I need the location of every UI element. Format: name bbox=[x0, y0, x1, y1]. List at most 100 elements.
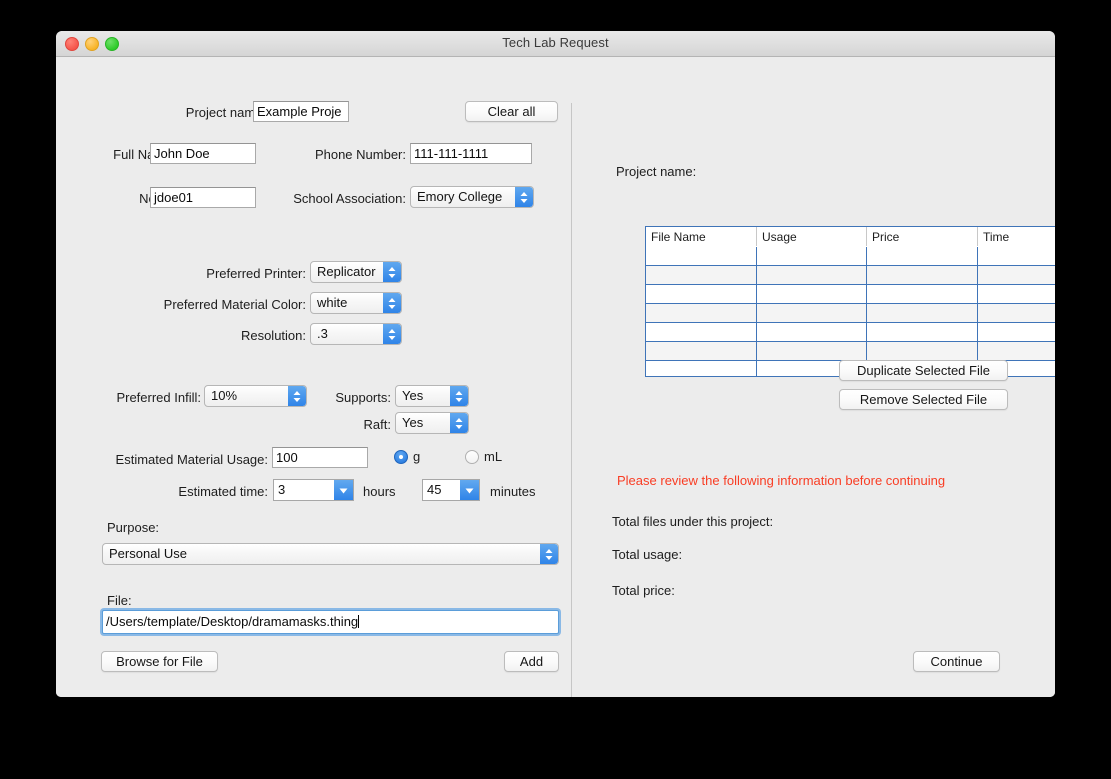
project-name-label: Project name: bbox=[185, 105, 266, 120]
full-name-input[interactable]: John Doe bbox=[150, 143, 256, 164]
file-path-value: /Users/template/Desktop/dramamasks.thing bbox=[106, 614, 359, 629]
file-table[interactable]: File Name Usage Price Time bbox=[645, 226, 1055, 377]
cell-usage bbox=[756, 265, 867, 285]
preferred-printer-value: Replicator bbox=[317, 264, 376, 279]
raft-label: Raft: bbox=[363, 417, 391, 432]
cell-file-name bbox=[646, 284, 757, 304]
cell-time bbox=[977, 284, 1055, 304]
project-name-input[interactable]: Example Proje bbox=[253, 101, 349, 122]
school-association-select[interactable]: Emory College bbox=[410, 186, 534, 208]
review-warning-text: Please review the following information … bbox=[617, 473, 946, 488]
radio-unselected-icon[interactable] bbox=[465, 450, 479, 464]
cell-time bbox=[977, 303, 1055, 323]
chevron-down-icon[interactable] bbox=[460, 480, 479, 500]
chevron-down-icon[interactable] bbox=[334, 480, 353, 500]
table-row[interactable] bbox=[646, 265, 1055, 285]
panel-divider bbox=[571, 103, 572, 697]
material-color-value: white bbox=[317, 295, 348, 310]
cell-usage bbox=[756, 341, 867, 361]
cell-time bbox=[977, 341, 1055, 361]
minutes-value: 45 bbox=[427, 482, 442, 497]
table-header-row: File Name Usage Price Time bbox=[646, 227, 1055, 247]
right-project-name-label: Project name: bbox=[616, 164, 697, 179]
cell-time bbox=[977, 246, 1055, 266]
column-header-file-name[interactable]: File Name bbox=[646, 227, 757, 247]
cell-file-name bbox=[646, 360, 757, 376]
app-window: Tech Lab Request Project name: Example P… bbox=[56, 31, 1055, 697]
cell-file-name bbox=[646, 246, 757, 266]
table-row[interactable] bbox=[646, 303, 1055, 323]
material-color-select[interactable]: white bbox=[310, 292, 402, 314]
cell-usage bbox=[756, 284, 867, 304]
cell-usage bbox=[756, 322, 867, 342]
total-price-label: Total price: bbox=[612, 583, 675, 598]
estimated-time-label: Estimated time: bbox=[178, 484, 268, 499]
window-title: Tech Lab Request bbox=[502, 35, 609, 50]
cell-usage bbox=[756, 303, 867, 323]
add-file-button[interactable]: Add bbox=[504, 651, 559, 672]
cell-price bbox=[866, 322, 978, 342]
material-usage-label: Estimated Material Usage: bbox=[115, 452, 268, 467]
chevron-updown-icon[interactable] bbox=[383, 262, 401, 282]
chevron-updown-icon[interactable] bbox=[540, 544, 558, 564]
chevron-updown-icon[interactable] bbox=[515, 187, 533, 207]
remove-selected-file-button[interactable]: Remove Selected File bbox=[839, 389, 1008, 410]
purpose-label: Purpose: bbox=[107, 520, 160, 535]
purpose-select[interactable]: Personal Use bbox=[102, 543, 559, 565]
table-row[interactable] bbox=[646, 341, 1055, 361]
school-association-value: Emory College bbox=[417, 189, 503, 204]
raft-value: Yes bbox=[402, 415, 424, 430]
material-usage-input[interactable]: 100 bbox=[272, 447, 368, 468]
cell-price bbox=[866, 341, 978, 361]
total-usage-label: Total usage: bbox=[612, 547, 683, 562]
table-row[interactable] bbox=[646, 246, 1055, 266]
clear-all-button[interactable]: Clear all bbox=[465, 101, 558, 122]
cell-file-name bbox=[646, 341, 757, 361]
chevron-updown-icon[interactable] bbox=[450, 413, 468, 433]
browse-for-file-button[interactable]: Browse for File bbox=[101, 651, 218, 672]
continue-button[interactable]: Continue bbox=[913, 651, 1000, 672]
preferred-infill-label: Preferred Infill: bbox=[116, 390, 201, 405]
supports-value: Yes bbox=[402, 388, 424, 403]
cell-price bbox=[866, 284, 978, 304]
radio-selected-icon[interactable] bbox=[394, 450, 408, 464]
desktop-background: Tech Lab Request Project name: Example P… bbox=[0, 0, 1111, 779]
column-header-usage[interactable]: Usage bbox=[756, 227, 867, 247]
preferred-printer-select[interactable]: Replicator bbox=[310, 261, 402, 283]
cell-price bbox=[866, 303, 978, 323]
minutes-select[interactable]: 45 bbox=[422, 479, 480, 501]
cell-time bbox=[977, 265, 1055, 285]
cell-usage bbox=[756, 246, 867, 266]
school-association-label: School Association: bbox=[293, 191, 406, 206]
supports-label: Supports: bbox=[335, 390, 391, 405]
phone-number-label: Phone Number: bbox=[314, 147, 406, 162]
file-path-input[interactable]: /Users/template/Desktop/dramamasks.thing bbox=[102, 610, 559, 634]
material-color-label: Preferred Material Color: bbox=[163, 297, 306, 312]
table-row[interactable] bbox=[646, 284, 1055, 304]
column-header-time[interactable]: Time bbox=[977, 227, 1055, 247]
hours-select[interactable]: 3 bbox=[273, 479, 354, 501]
purpose-value: Personal Use bbox=[109, 546, 188, 561]
minutes-unit-label: minutes bbox=[490, 484, 536, 499]
column-header-price[interactable]: Price bbox=[866, 227, 978, 247]
duplicate-selected-file-button[interactable]: Duplicate Selected File bbox=[839, 360, 1008, 381]
chevron-updown-icon[interactable] bbox=[383, 324, 401, 344]
text-caret bbox=[358, 615, 360, 628]
phone-number-input[interactable]: 111-111-1111 bbox=[410, 143, 532, 164]
chevron-updown-icon[interactable] bbox=[383, 293, 401, 313]
resolution-select[interactable]: .3 bbox=[310, 323, 402, 345]
cell-price bbox=[866, 265, 978, 285]
resolution-label: Resolution: bbox=[240, 328, 306, 343]
raft-select[interactable]: Yes bbox=[395, 412, 469, 434]
total-files-label: Total files under this project: bbox=[612, 514, 774, 529]
window-content: Project name: Example Proje Clear all Fu… bbox=[56, 57, 1055, 697]
cell-file-name bbox=[646, 303, 757, 323]
cell-time bbox=[977, 322, 1055, 342]
window-titlebar: Tech Lab Request bbox=[56, 31, 1055, 57]
resolution-value: .3 bbox=[317, 326, 328, 341]
hours-unit-label: hours bbox=[363, 484, 396, 499]
table-row[interactable] bbox=[646, 322, 1055, 342]
chevron-updown-icon[interactable] bbox=[450, 386, 468, 406]
unit-g-label: g bbox=[413, 449, 421, 464]
supports-select[interactable]: Yes bbox=[395, 385, 469, 407]
